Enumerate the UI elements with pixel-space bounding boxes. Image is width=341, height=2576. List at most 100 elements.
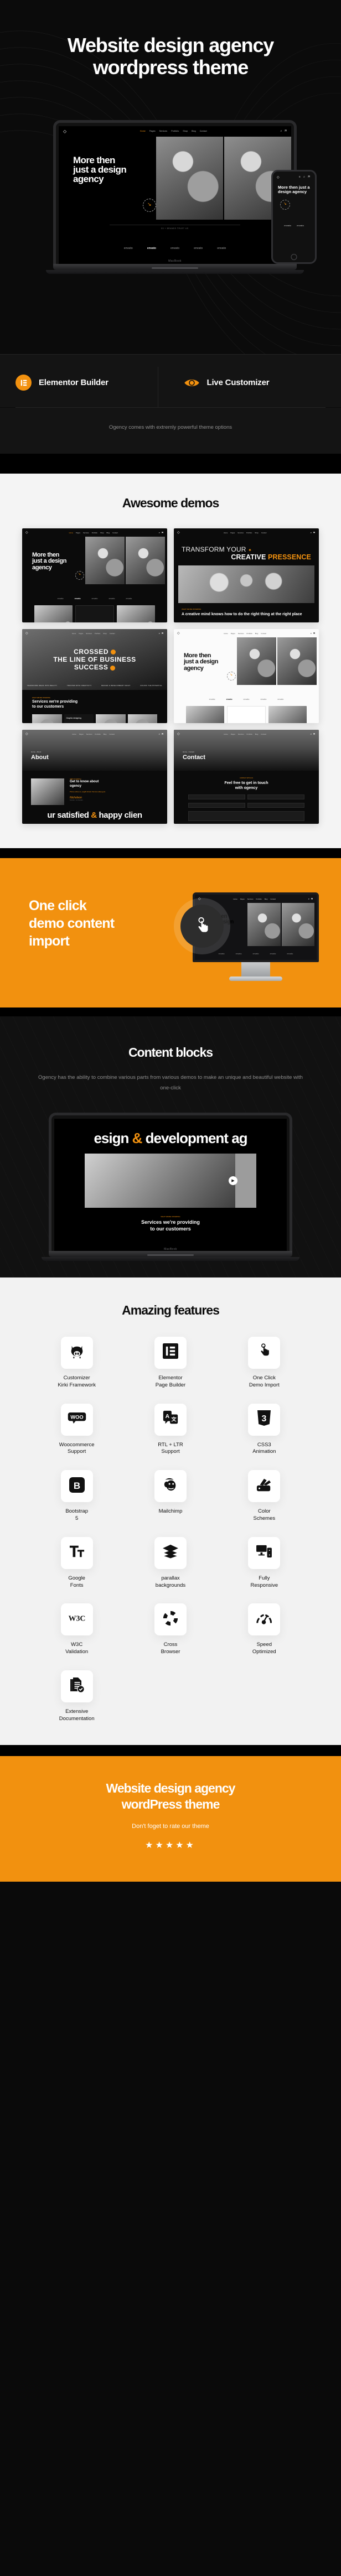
feature-customizer-kirki[interactable]: Customizer Kirki Framework xyxy=(49,1336,105,1389)
feature-cross-browser[interactable]: Cross Browser xyxy=(143,1603,198,1656)
message-field[interactable] xyxy=(188,811,304,821)
features-grid: Customizer Kirki Framework Elementor Pag… xyxy=(0,1318,341,1723)
nav-item: Home xyxy=(223,531,228,534)
nav-item: Services xyxy=(237,733,244,735)
phone-headline: More then just a design agency xyxy=(278,184,310,194)
demo-card-about-page[interactable]: ◇ Home Pages Services Portfolio Blog Con… xyxy=(22,730,167,824)
brand-logo: envato xyxy=(243,698,250,700)
builder-elementor: Elementor Builder xyxy=(16,367,158,407)
content-blocks-description: Ogency has the ability to combine variou… xyxy=(38,1074,303,1092)
phone-field[interactable] xyxy=(188,802,245,808)
service-select[interactable] xyxy=(247,802,304,808)
feature-woocommerce[interactable]: WOO Woocommerce Support xyxy=(49,1403,105,1456)
feature-one-click-demo-import[interactable]: One Click Demo Import xyxy=(236,1336,292,1389)
mock-site-navbar: ◇ Home Pages Services Portfolio Shop Blo… xyxy=(59,126,291,137)
demo-card-main-dark[interactable]: ◇ Home Pages Services Portfolio Shop Blo… xyxy=(22,528,167,622)
service-tile-label: Digital marketing xyxy=(135,719,150,723)
nav-item: Contact xyxy=(109,632,115,635)
feature-mailchimp[interactable]: Mailchimp xyxy=(143,1470,198,1523)
feature-label: parallax backgrounds xyxy=(155,1575,186,1588)
nav-tools: ⌕ ⛿ xyxy=(158,632,164,635)
brand-diamond-icon: ◇ xyxy=(277,175,280,179)
features-section: Amazing features Customizer Kirki Framew… xyxy=(0,1277,341,1745)
laptop-mockup: esign & development ag ▶ WHAT WE'RE OFFE… xyxy=(41,1112,300,1261)
nav-item: Services xyxy=(86,632,92,635)
typography-icon xyxy=(69,1544,85,1562)
feature-elementor[interactable]: Elementor Page Builder xyxy=(143,1336,198,1389)
email-field[interactable] xyxy=(247,794,304,799)
feature-label: Bootstrap 5 xyxy=(65,1508,88,1521)
feature-responsive[interactable]: Fully Responsive xyxy=(236,1536,292,1590)
feature-google-fonts[interactable]: Google Fonts xyxy=(49,1536,105,1590)
crossed-headline: CROSSED THE LINE OF BUSINESS SUCCESS xyxy=(53,648,136,672)
star-icon: ✦ xyxy=(248,548,252,553)
theme-options-note: Ogency comes with extremly powerful them… xyxy=(0,408,341,454)
accent-dot-icon xyxy=(110,650,116,655)
brand-logo: envato xyxy=(277,698,284,700)
demo-card-light[interactable]: ◇ Home Pages Services Portfolio Blog Con… xyxy=(174,629,319,723)
feature-css3[interactable]: 3 CSS3 Animation xyxy=(236,1403,292,1456)
feature-label: Fully Responsive xyxy=(250,1575,278,1588)
woocommerce-icon: WOO xyxy=(68,1411,86,1427)
brand-diamond-icon: ◇ xyxy=(25,632,28,635)
discover-more-badge-icon xyxy=(143,198,156,212)
device-mockups: ◇ Home Pages Services Portfolio Shop Blo… xyxy=(0,92,341,325)
demo-card-contact-page[interactable]: ◇ Home Pages Services Portfolio Blog Con… xyxy=(174,730,319,824)
builder-live-customizer: Live Customizer xyxy=(157,367,326,407)
nav-item: Home xyxy=(233,897,237,900)
nav-tools: ⌕ ⛿ xyxy=(310,632,316,635)
svg-text:B: B xyxy=(74,1481,80,1491)
name-field[interactable] xyxy=(188,794,245,799)
discover-more-badge-icon xyxy=(227,672,236,681)
builder-label: Live Customizer xyxy=(206,378,270,387)
phone-nav-tools: ≡ ⌕ ⛿ xyxy=(298,175,311,179)
service-tile-label: Website development xyxy=(39,719,54,723)
builder-label: Elementor Builder xyxy=(39,378,108,387)
elementor-icon xyxy=(16,375,32,391)
nav-item: Portfolio xyxy=(246,733,252,735)
demo-card-crossed[interactable]: ◇ Home Pages Services Portfolio Shop Con… xyxy=(22,629,167,723)
nav-tools: ⌕ ⛿ xyxy=(308,897,313,900)
feature-documentation[interactable]: Extensive Documentation xyxy=(49,1670,105,1723)
laptop-foot xyxy=(45,269,304,274)
about-photo xyxy=(31,778,64,805)
elementor-icon xyxy=(162,1343,178,1362)
nav-item: Home xyxy=(224,733,228,735)
responsive-devices-icon xyxy=(256,1544,272,1561)
about-highlight: Prima online us, augilit bristol rhoncus… xyxy=(70,790,106,793)
features-title: Amazing features xyxy=(122,1302,220,1317)
feature-rtl-ltr[interactable]: A文 RTL + LTR Support xyxy=(143,1403,198,1456)
feature-w3c[interactable]: W3C W3C Validation xyxy=(49,1603,105,1656)
brand-logo: envato xyxy=(170,246,180,250)
feature-label: W3C Validation xyxy=(65,1642,89,1655)
feature-parallax[interactable]: parallax backgrounds xyxy=(143,1536,198,1590)
play-button-icon[interactable]: ▶ xyxy=(229,1176,237,1185)
feature-color-schemes[interactable]: Color Schemes xyxy=(236,1470,292,1523)
one-click-import-section: One click demo content import ◇ Home Pag… xyxy=(0,858,341,1007)
phone-mockup: ◇ ≡ ⌕ ⛿ More then just a design agency e… xyxy=(271,169,317,264)
layers-icon xyxy=(162,1544,179,1561)
imac-mockup: ◇ Home Pages Services Portfolio Blog Con… xyxy=(174,892,319,981)
demos-title: Awesome demos xyxy=(122,496,219,510)
translate-icon: A文 xyxy=(162,1410,179,1429)
feature-label: Google Fonts xyxy=(68,1575,85,1588)
nav-item: Services xyxy=(247,897,254,900)
nav-item: Pages xyxy=(240,897,245,900)
feature-label: One Click Demo Import xyxy=(249,1374,280,1388)
nav-item: Contact xyxy=(112,531,118,534)
feature-bootstrap[interactable]: B Bootstrap 5 xyxy=(49,1470,105,1523)
nav-tools: ⌕ ⛿ xyxy=(158,733,164,735)
mailchimp-icon xyxy=(162,1477,179,1495)
demo-photo xyxy=(178,565,314,603)
cb-video-photo: ▶ xyxy=(85,1153,256,1208)
nav-item: Shop xyxy=(255,531,259,534)
demo-card-transform[interactable]: ◇ Home Pages Services Portfolio Shop Con… xyxy=(174,528,319,622)
mock-hero-headline: More then just a design agency xyxy=(73,154,127,185)
arrow-badge-icon xyxy=(65,621,70,622)
brand-diamond-icon: ◇ xyxy=(25,531,28,534)
rating-stars-icon[interactable]: ★★★★★ xyxy=(0,1840,341,1851)
feature-speed[interactable]: Speed Optimized xyxy=(236,1603,292,1656)
mock-nav-links: Home Pages Services Portfolio Shop Blog … xyxy=(140,130,207,132)
nav-item: Services xyxy=(237,632,244,635)
laptop-base xyxy=(49,1250,292,1257)
